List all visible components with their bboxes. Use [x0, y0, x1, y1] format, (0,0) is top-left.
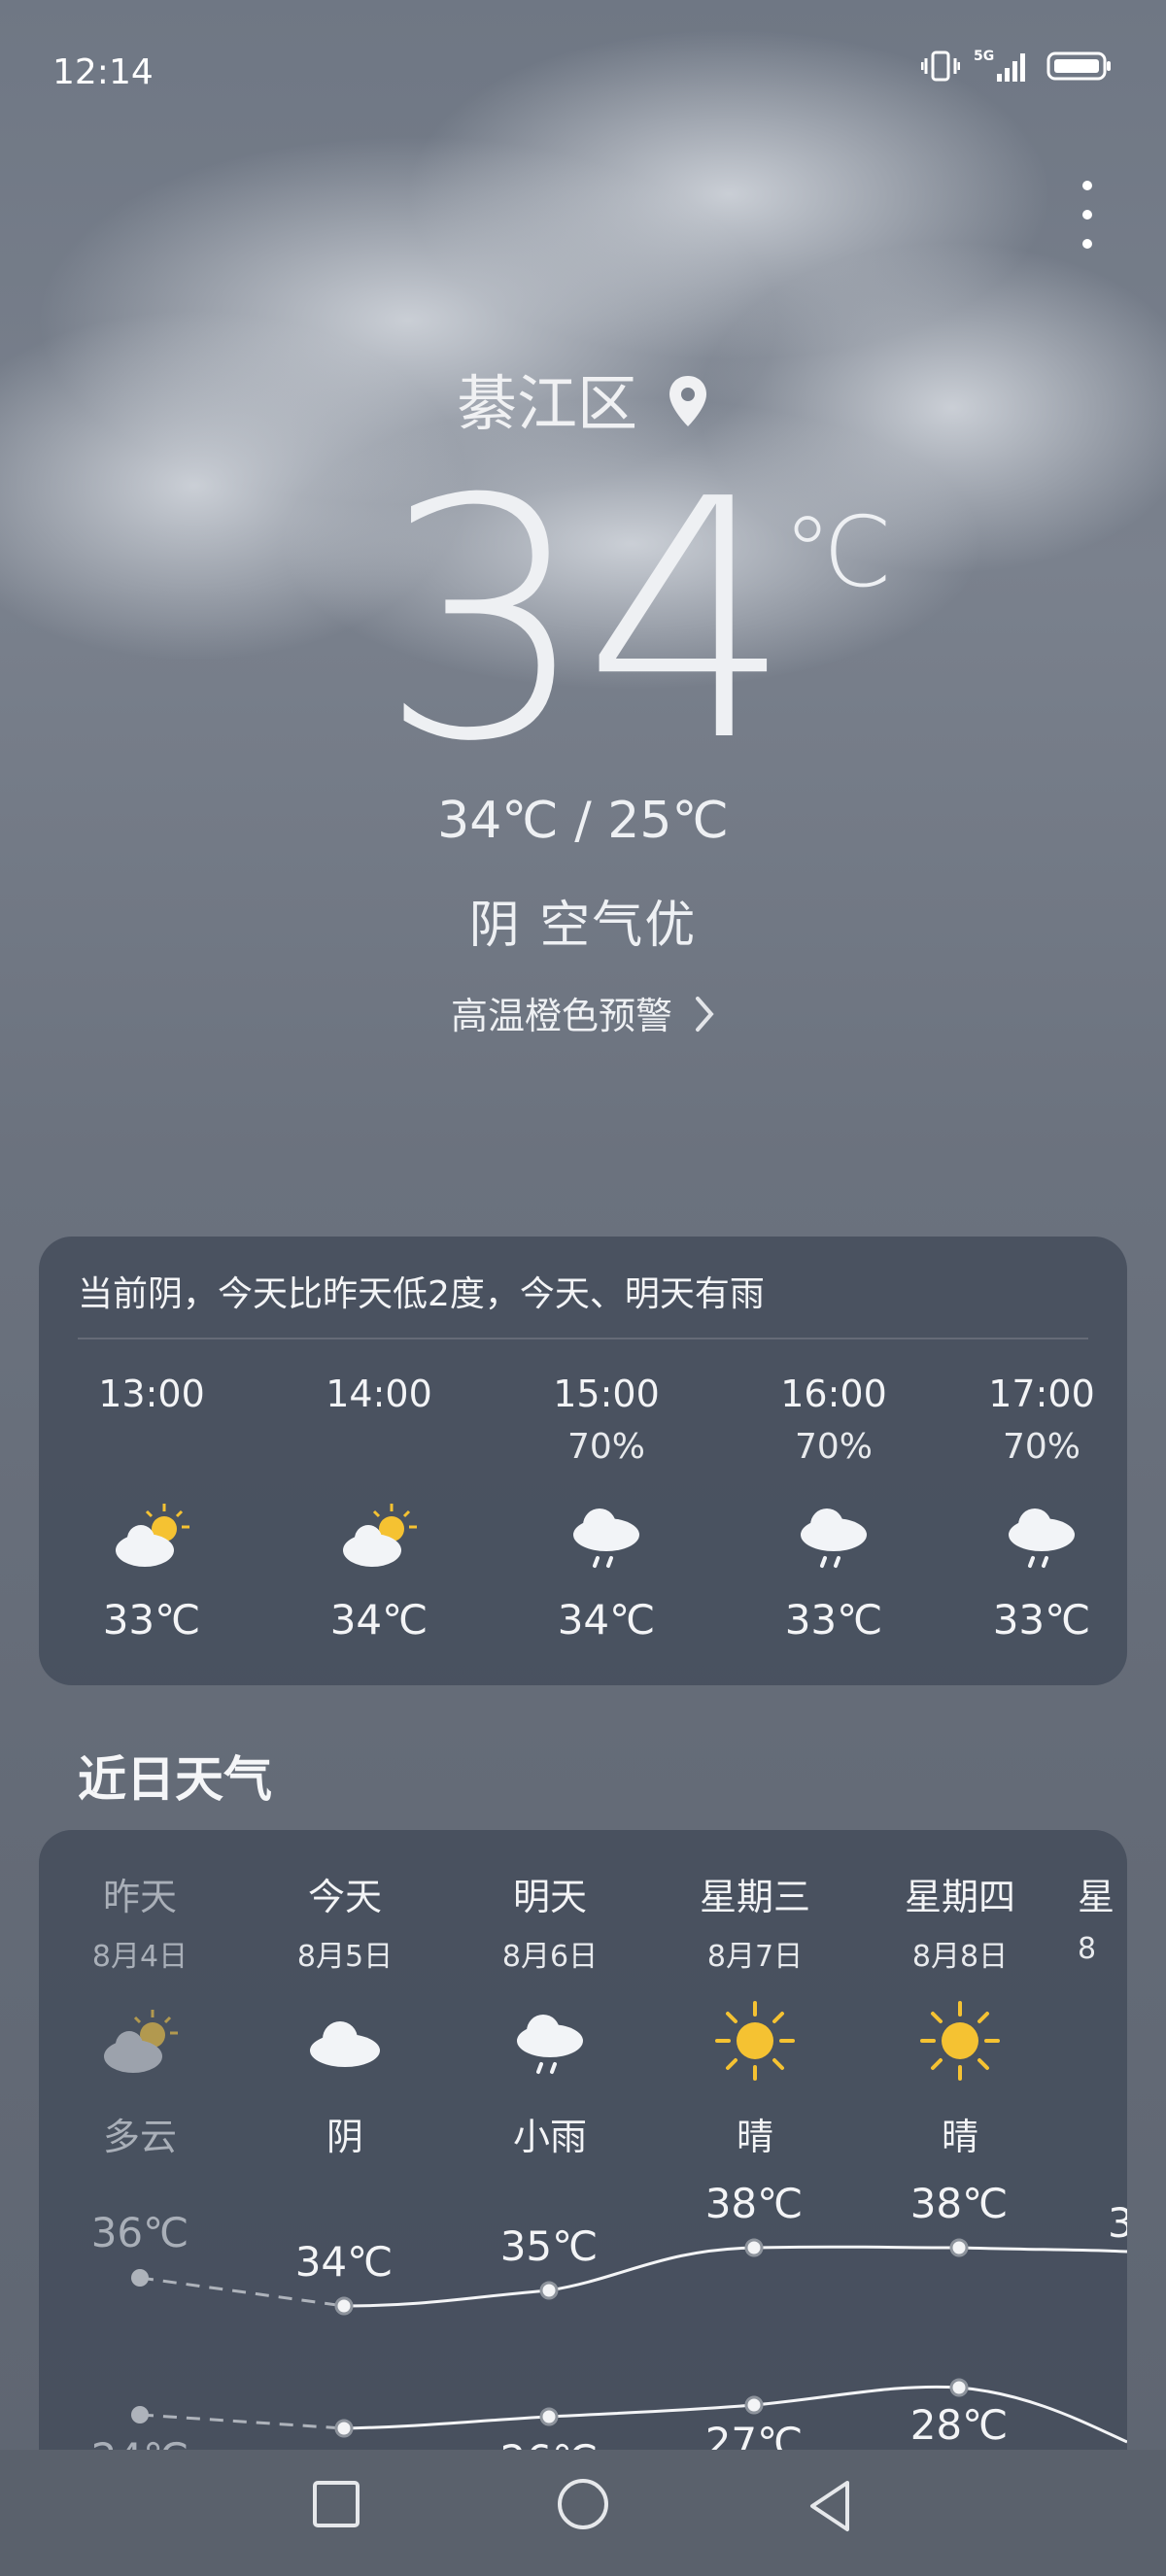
hour-time: 13:00 — [98, 1373, 205, 1415]
system-nav-bar — [0, 2450, 1166, 2576]
back-button[interactable] — [803, 2477, 857, 2539]
temperature-value: 34 — [378, 429, 794, 814]
hour-time: 15:00 — [553, 1373, 660, 1415]
back-triangle-icon — [810, 2481, 849, 2531]
hour-precip — [301, 1427, 457, 1481]
hour-precip: 70% — [566, 1427, 645, 1467]
hour-temp: 34℃ — [557, 1596, 656, 1644]
hourly-item: 15:00 70% 34℃ — [529, 1373, 684, 1644]
section-title-daily: 近日天气 — [78, 1751, 272, 1808]
current-temperature: 34 ℃ — [0, 457, 1166, 787]
signal-icon: 5G — [974, 49, 1032, 84]
hourly-item: 14:00 34℃ — [301, 1373, 457, 1644]
chevron-right-icon — [694, 995, 715, 1042]
high-temp-label: 36℃ — [90, 2209, 189, 2256]
hour-precip: 70% — [794, 1427, 873, 1467]
hour-time: 17:00 — [988, 1373, 1095, 1415]
recent-apps-button[interactable] — [309, 2477, 363, 2535]
high-temp-label: 35℃ — [499, 2222, 599, 2270]
network-label: 5G — [974, 49, 995, 64]
square-icon — [313, 2481, 360, 2527]
hourly-forecast-card[interactable]: 当前阴，今天比昨天低2度，今天、明天有雨 13:00 33℃ 14:00 34℃… — [39, 1237, 1127, 1685]
partly-cloudy-icon — [74, 1481, 229, 1588]
hour-precip — [74, 1427, 229, 1481]
status-time: 12:14 — [52, 52, 154, 92]
forecast-summary: 当前阴，今天比昨天低2度，今天、明天有雨 — [78, 1274, 765, 1314]
hour-temp: 33℃ — [992, 1596, 1091, 1644]
temperature-range: 34℃ / 25℃ — [437, 792, 729, 850]
circle-icon — [558, 2479, 608, 2529]
hour-temp: 34℃ — [329, 1596, 429, 1644]
status-icons: 5G — [921, 49, 1114, 84]
light-rain-icon — [529, 1481, 684, 1588]
hour-time: 16:00 — [780, 1373, 887, 1415]
high-temp-label: 34℃ — [294, 2238, 394, 2286]
hour-time: 14:00 — [326, 1373, 432, 1415]
daily-forecast-card[interactable]: 昨天 8月4日 多云 今天 8月5日 阴 明天 8月6日 小雨 星期三 8月7日… — [39, 1830, 1127, 2510]
hourly-item: 17:00 70% 33℃ — [964, 1373, 1119, 1644]
divider — [78, 1338, 1088, 1339]
hourly-item: 13:00 33℃ — [74, 1373, 229, 1644]
hourly-item: 16:00 70% 33℃ — [756, 1373, 911, 1644]
light-rain-icon — [964, 1481, 1119, 1588]
hour-precip: 70% — [1002, 1427, 1080, 1467]
high-temp-label: 38℃ — [909, 2180, 1009, 2227]
low-temp-label: 28℃ — [909, 2401, 1009, 2449]
high-temp-label: 3 — [1108, 2199, 1127, 2247]
light-rain-icon — [756, 1481, 911, 1588]
battery-icon — [1046, 51, 1111, 81]
hour-temp: 33℃ — [784, 1596, 883, 1644]
more-menu-button[interactable] — [1079, 181, 1096, 268]
vibrate-icon — [921, 51, 960, 82]
status-bar: 12:14 5G — [52, 39, 1114, 97]
temperature-unit: ℃ — [783, 495, 893, 609]
hour-temp: 33℃ — [102, 1596, 201, 1644]
condition-text: 阴 空气优 — [468, 897, 698, 955]
home-button[interactable] — [554, 2477, 612, 2539]
high-temp-label: 38℃ — [704, 2180, 804, 2227]
partly-cloudy-icon — [301, 1481, 457, 1588]
alert-text: 高温橙色预警 — [450, 995, 672, 1037]
weather-alert-link[interactable]: 高温橙色预警 — [0, 986, 1166, 1042]
